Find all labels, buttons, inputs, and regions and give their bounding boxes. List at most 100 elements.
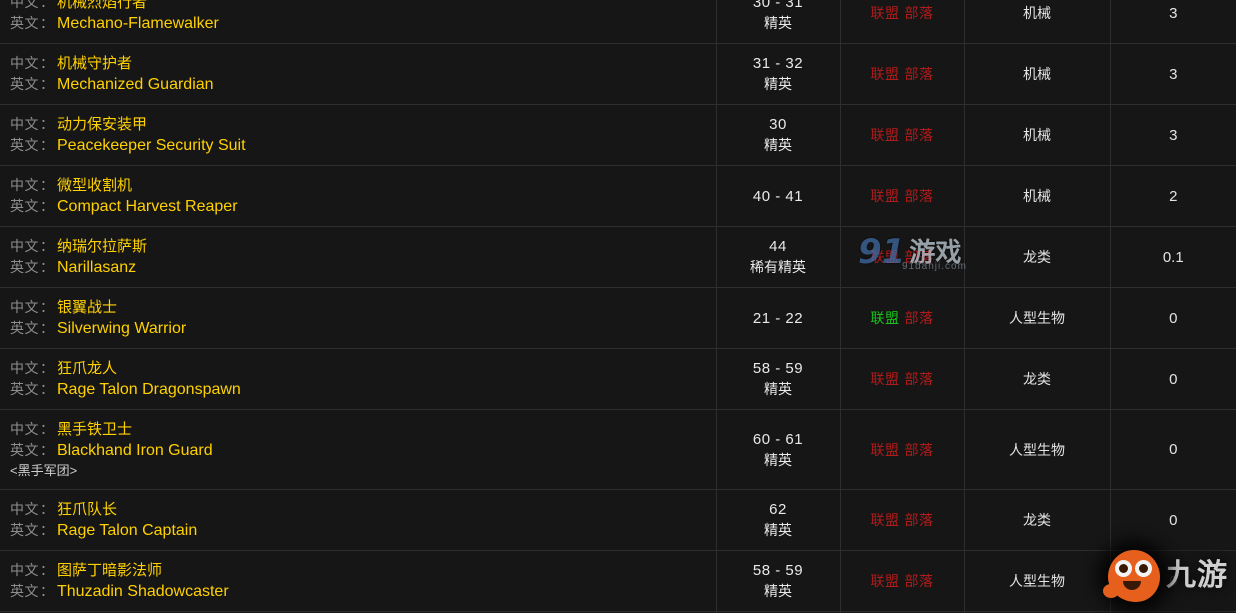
table-row[interactable]: 中文： 银翼战士 英文： Silverwing Warrior 21 - 22 联盟 部落 人… xyxy=(0,287,1236,349)
npc-name-en[interactable]: Blackhand Iron Guard xyxy=(57,442,213,459)
npc-type: 人型生物 xyxy=(1009,310,1065,326)
npc-name-en-line: 英文： Rage Talon Captain xyxy=(10,520,716,541)
table-row[interactable]: 中文： 动力保安装甲 英文： Peacekeeper Security Suit 30 精… xyxy=(0,104,1236,166)
table-row[interactable]: 中文： 纳瑞尔拉萨斯 英文： Narillasanz 44 稀有精英 联盟 部落 龙类 0.1 xyxy=(0,226,1236,288)
table-row[interactable]: 中文： 微型收割机 英文： Compact Harvest Reaper 40 - 41… xyxy=(0,165,1236,227)
faction-horde[interactable]: 部落 xyxy=(905,247,934,267)
npc-rank: 精英 xyxy=(764,76,792,92)
table-row[interactable]: 中文： 狂爪队长 英文： Rage Talon Captain 62 精英 联盟 部落 龙类 0 xyxy=(0,489,1236,551)
table-row[interactable]: 中文： 图萨丁暗影法师 英文： Thuzadin Shadowcaster 58 - 5… xyxy=(0,550,1236,612)
label-english: 英文 xyxy=(10,259,39,275)
npc-level-range: 60 - 61 xyxy=(752,430,804,448)
label-chinese: 中文 xyxy=(10,421,39,437)
label-english: 英文 xyxy=(10,442,39,458)
npc-type-cell: 龙类 xyxy=(964,348,1111,410)
faction-horde[interactable]: 部落 xyxy=(905,440,934,460)
faction-horde[interactable]: 部落 xyxy=(905,64,934,84)
table-row[interactable]: 中文： 机械烈焰行者 英文： Mechano-Flamewalker 30 - 31 精英… xyxy=(0,0,1236,44)
table-row[interactable]: 中文： 黑手铁卫士 英文： Blackhand Iron Guard <黑手军团> 60 … xyxy=(0,409,1236,490)
npc-rank: 精英 xyxy=(764,137,792,153)
faction-alliance[interactable]: 联盟 xyxy=(871,440,900,460)
npc-name-en[interactable]: Narillasanz xyxy=(57,259,136,276)
npc-name-en-line: 英文： Rage Talon Dragonspawn xyxy=(10,379,716,400)
faction-horde[interactable]: 部落 xyxy=(905,125,934,145)
faction-horde[interactable]: 部落 xyxy=(905,571,934,591)
label-colon: ： xyxy=(40,238,54,254)
npc-count: 0 xyxy=(1169,572,1178,590)
npc-level-cell: 30 - 31 精英 xyxy=(716,0,841,44)
npc-name-en[interactable]: Rage Talon Captain xyxy=(57,522,197,539)
npc-count: 0 xyxy=(1169,511,1178,529)
faction-horde[interactable]: 部落 xyxy=(905,308,934,328)
npc-level-cell: 62 精英 xyxy=(716,489,841,551)
npc-count-cell: 0.1 xyxy=(1110,226,1236,288)
npc-rank: 稀有精英 xyxy=(750,259,806,275)
faction-alliance[interactable]: 联盟 xyxy=(871,510,900,530)
faction-horde[interactable]: 部落 xyxy=(905,3,934,23)
npc-name-cn-line: 中文： 机械守护者 xyxy=(10,53,716,74)
npc-count-cell: 0 xyxy=(1110,489,1236,551)
label-colon: ： xyxy=(40,55,54,71)
label-english: 英文 xyxy=(10,583,39,599)
table-row[interactable]: 中文： 狂爪龙人 英文： Rage Talon Dragonspawn 58 - 59 精… xyxy=(0,348,1236,410)
faction-alliance[interactable]: 联盟 xyxy=(871,186,900,206)
npc-level-range: 58 - 59 xyxy=(752,360,804,377)
npc-type-cell: 机械 xyxy=(964,104,1111,166)
label-colon: ： xyxy=(40,442,54,458)
npc-type: 人型生物 xyxy=(1009,441,1065,458)
npc-name-cn[interactable]: 狂爪龙人 xyxy=(57,360,117,377)
npc-name-cn[interactable]: 纳瑞尔拉萨斯 xyxy=(57,238,147,255)
faction-alliance[interactable]: 联盟 xyxy=(871,369,900,389)
npc-name-en-line: 英文： Peacekeeper Security Suit xyxy=(10,135,716,156)
label-colon: ： xyxy=(40,259,54,275)
npc-name-en[interactable]: Silverwing Warrior xyxy=(57,320,186,337)
npc-count: 2 xyxy=(1169,187,1178,205)
npc-faction-cell: 联盟部落 xyxy=(840,409,965,490)
label-colon: ： xyxy=(40,15,54,31)
faction-alliance[interactable]: 联盟 xyxy=(871,571,900,591)
npc-type: 机械 xyxy=(1023,66,1051,82)
npc-rank: 精英 xyxy=(764,522,792,538)
npc-name-en[interactable]: Compact Harvest Reaper xyxy=(57,198,238,215)
npc-faction-cell: 联盟部落 xyxy=(840,43,965,105)
npc-count: 0 xyxy=(1169,370,1178,388)
npc-name-cn[interactable]: 狂爪队长 xyxy=(57,501,117,518)
npc-name-cn-line: 中文： 纳瑞尔拉萨斯 xyxy=(10,236,716,257)
npc-name-en[interactable]: Thuzadin Shadowcaster xyxy=(57,583,229,600)
npc-type: 机械 xyxy=(1023,5,1051,21)
faction-alliance[interactable]: 联盟 xyxy=(871,308,900,328)
npc-name-en[interactable]: Peacekeeper Security Suit xyxy=(57,137,246,154)
npc-type: 龙类 xyxy=(1023,512,1051,528)
label-english: 英文 xyxy=(10,15,39,31)
label-chinese: 中文 xyxy=(10,501,39,517)
npc-level-range: 62 xyxy=(769,501,787,518)
label-chinese: 中文 xyxy=(10,177,39,193)
npc-name-cn[interactable]: 机械守护者 xyxy=(57,55,132,72)
npc-name-cn[interactable]: 动力保安装甲 xyxy=(57,116,147,133)
npc-name-cn[interactable]: 图萨丁暗影法师 xyxy=(57,562,162,579)
faction-alliance[interactable]: 联盟 xyxy=(871,247,900,267)
npc-name-en-line: 英文： Mechanized Guardian xyxy=(10,74,716,95)
npc-name-cn[interactable]: 机械烈焰行者 xyxy=(57,0,147,11)
faction-horde[interactable]: 部落 xyxy=(905,510,934,530)
faction-horde[interactable]: 部落 xyxy=(905,186,934,206)
npc-name-en[interactable]: Mechano-Flamewalker xyxy=(57,15,219,32)
faction-alliance[interactable]: 联盟 xyxy=(871,125,900,145)
npc-name-en[interactable]: Rage Talon Dragonspawn xyxy=(57,381,241,398)
npc-name-cn-line: 中文： 狂爪队长 xyxy=(10,499,716,520)
npc-list-table: 中文： 机械烈焰行者 英文： Mechano-Flamewalker 30 - 31 精英… xyxy=(0,0,1236,613)
npc-name-cn-line: 中文： 机械烈焰行者 xyxy=(10,0,716,13)
label-colon: ： xyxy=(40,299,54,315)
npc-name-cell: 中文： 狂爪队长 英文： Rage Talon Captain xyxy=(0,489,717,551)
label-english: 英文 xyxy=(10,381,39,397)
label-colon: ： xyxy=(40,320,54,336)
npc-type-cell: 人型生物 xyxy=(964,550,1111,612)
npc-name-cn[interactable]: 微型收割机 xyxy=(57,177,132,194)
faction-alliance[interactable]: 联盟 xyxy=(871,64,900,84)
faction-horde[interactable]: 部落 xyxy=(905,369,934,389)
npc-name-cn[interactable]: 银翼战士 xyxy=(57,299,117,316)
npc-name-en[interactable]: Mechanized Guardian xyxy=(57,76,214,93)
faction-alliance[interactable]: 联盟 xyxy=(871,3,900,23)
table-row[interactable]: 中文： 机械守护者 英文： Mechanized Guardian 31 - 32 精英 联… xyxy=(0,43,1236,105)
npc-name-cn[interactable]: 黑手铁卫士 xyxy=(57,421,132,438)
